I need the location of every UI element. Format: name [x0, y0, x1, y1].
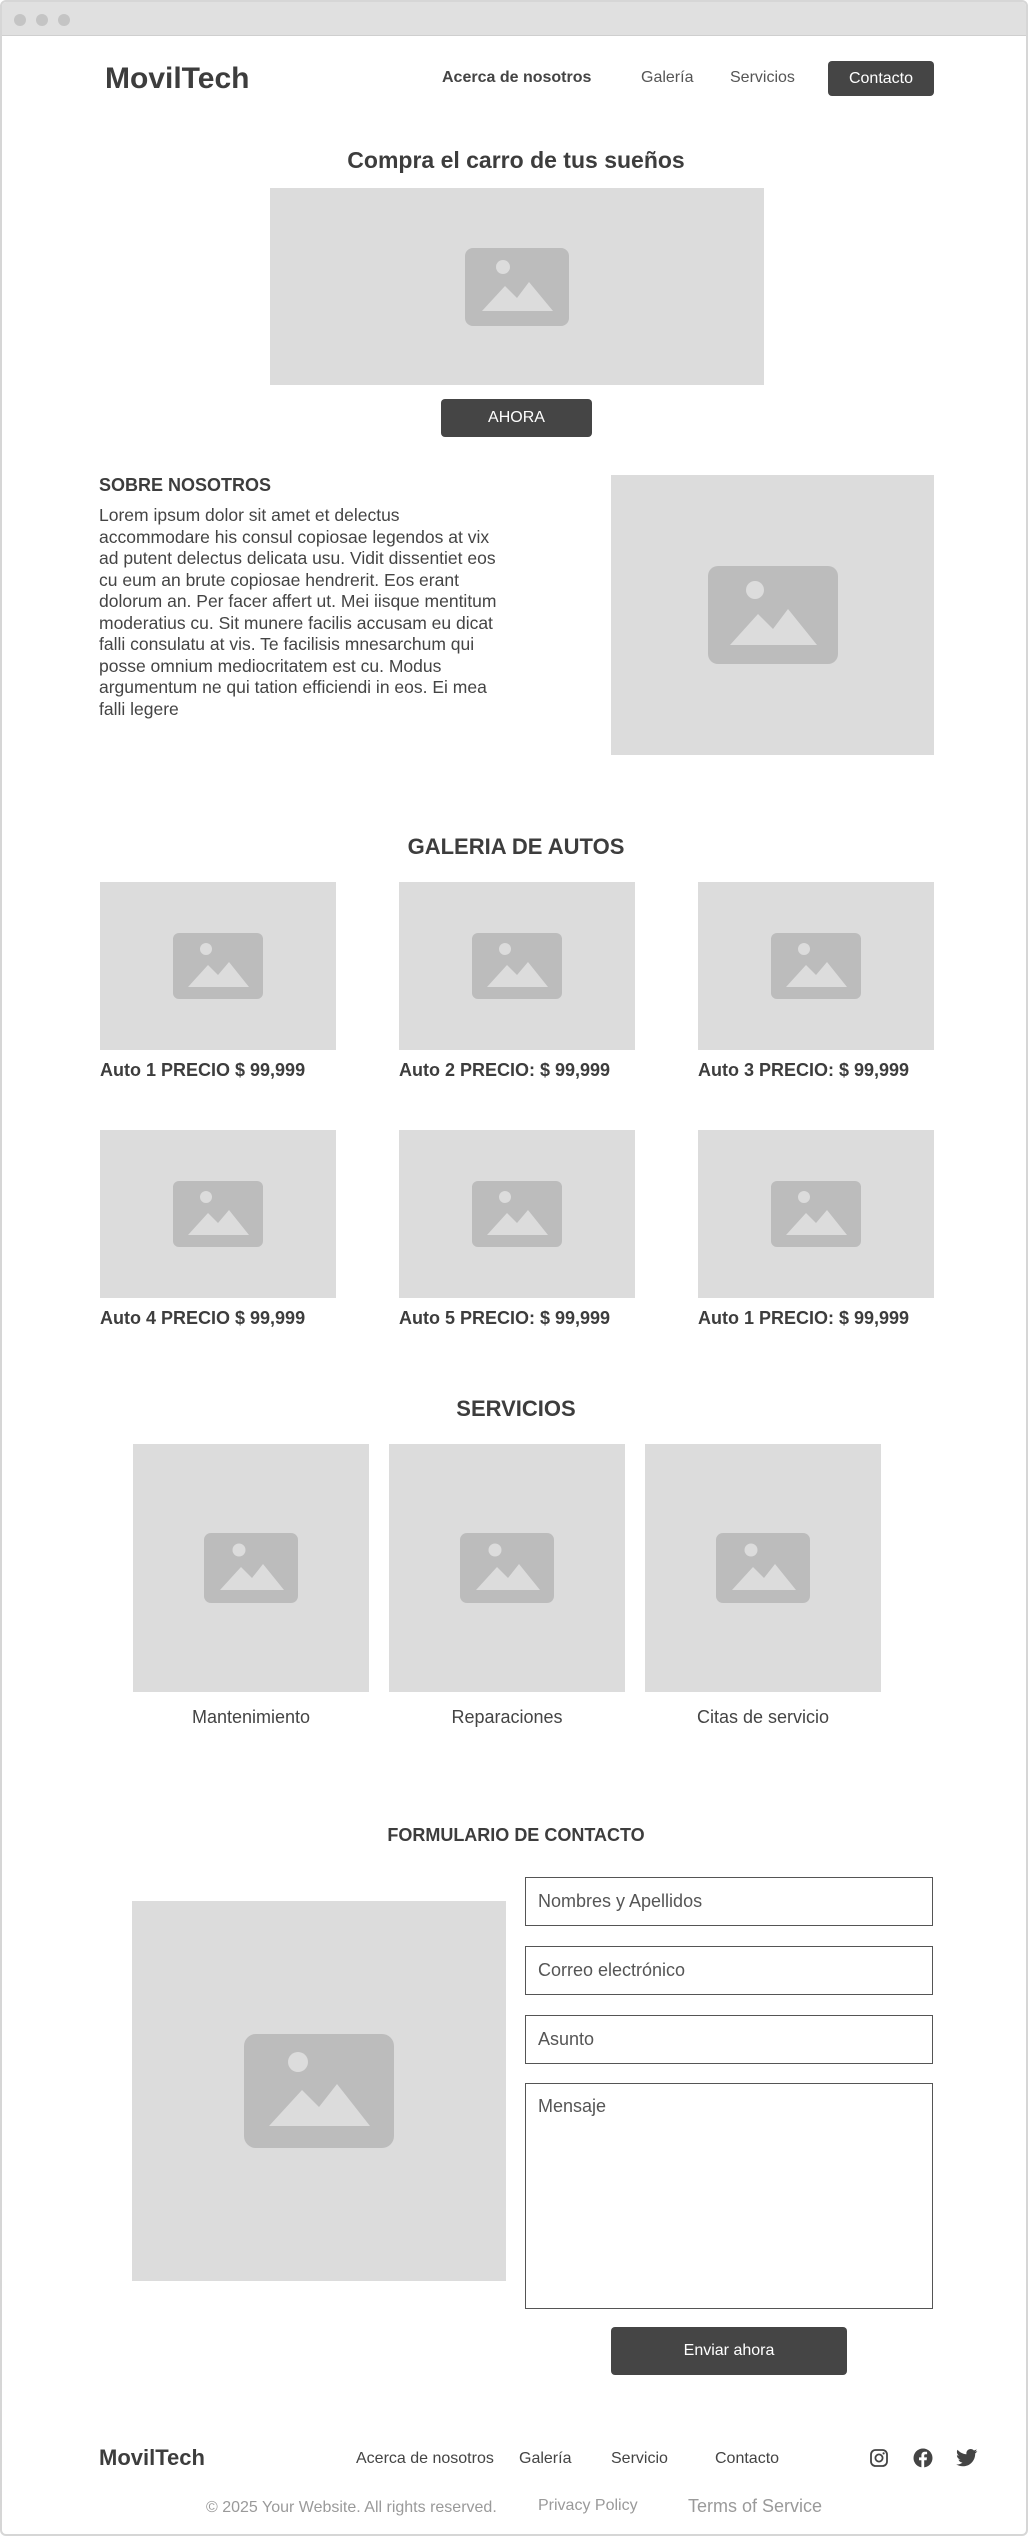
car-image-4[interactable] [100, 1130, 336, 1298]
footer-link-service[interactable]: Servicio [611, 2450, 668, 2468]
image-placeholder-icon [472, 933, 562, 999]
footer-terms-link[interactable]: Terms of Service [688, 2496, 822, 2517]
image-placeholder-icon [465, 247, 569, 326]
browser-window: MovilTech Acerca de nosotros Galería Ser… [0, 0, 1028, 2536]
instagram-icon[interactable] [869, 2448, 889, 2468]
image-placeholder-icon [244, 2034, 394, 2148]
car-caption-1: Auto 1 PRECIO $ 99,999 [100, 1060, 306, 1080]
image-placeholder-icon [771, 933, 861, 999]
image-placeholder-icon [472, 1181, 562, 1247]
nav-link-services[interactable]: Servicios [730, 69, 795, 87]
footer-brand[interactable]: MovilTech [99, 2445, 205, 2471]
email-field[interactable]: Correo electrónico [525, 1946, 933, 1995]
window-dot-maximize[interactable] [58, 14, 70, 26]
footer-link-gallery[interactable]: Galería [519, 2450, 571, 2468]
name-field[interactable]: Nombres y Apellidos [525, 1877, 933, 1926]
contact-image [132, 1901, 506, 2281]
service-image-appointments[interactable] [645, 1444, 881, 1692]
car-caption-2: Auto 2 PRECIO: $ 99,999 [399, 1060, 611, 1080]
service-image-repairs[interactable] [389, 1444, 625, 1692]
gallery-heading: GALERIA DE AUTOS [407, 834, 625, 859]
image-placeholder-icon [460, 1533, 554, 1603]
twitter-icon[interactable] [956, 2449, 978, 2467]
image-placeholder-icon [204, 1533, 298, 1603]
car-caption-5: Auto 5 PRECIO: $ 99,999 [399, 1308, 611, 1328]
about-image [611, 475, 934, 755]
car-caption-6: Auto 1 PRECIO: $ 99,999 [698, 1308, 910, 1328]
message-textarea[interactable]: Mensaje [525, 2083, 933, 2309]
window-dot-close[interactable] [14, 14, 26, 26]
image-placeholder-icon [173, 1181, 263, 1247]
brand-logo[interactable]: MovilTech [105, 62, 249, 96]
car-image-5[interactable] [399, 1130, 635, 1298]
image-placeholder-icon [173, 933, 263, 999]
contact-form-heading: FORMULARIO DE CONTACTO [387, 1825, 645, 1845]
car-image-6[interactable] [698, 1130, 934, 1298]
nav-link-gallery[interactable]: Galería [641, 69, 693, 87]
car-image-2[interactable] [399, 882, 635, 1050]
hero-now-button[interactable]: AHORA [441, 399, 592, 437]
car-caption-3: Auto 3 PRECIO: $ 99,999 [698, 1060, 910, 1080]
car-image-1[interactable] [100, 882, 336, 1050]
footer-link-about[interactable]: Acerca de nosotros [356, 2450, 494, 2468]
facebook-icon[interactable] [913, 2448, 933, 2468]
car-caption-4: Auto 4 PRECIO $ 99,999 [100, 1308, 306, 1328]
service-caption-maintenance: Mantenimiento [191, 1707, 311, 1727]
hero-image [270, 188, 764, 385]
nav-link-about[interactable]: Acerca de nosotros [442, 69, 591, 87]
image-placeholder-icon [716, 1533, 810, 1603]
about-heading: SOBRE NOSOTROS [99, 475, 272, 495]
footer-copyright: © 2025 Your Website. All rights reserved… [206, 2499, 497, 2516]
service-image-maintenance[interactable] [133, 1444, 369, 1692]
service-caption-appointments: Citas de servicio [696, 1707, 830, 1727]
footer-privacy-link[interactable]: Privacy Policy [538, 2497, 638, 2515]
subject-field[interactable]: Asunto [525, 2015, 933, 2064]
nav-contact-button[interactable]: Contacto [828, 61, 934, 96]
hero-title: Compra el carro de tus sueños [347, 147, 685, 173]
footer-link-contact[interactable]: Contacto [715, 2450, 779, 2468]
services-heading: SERVICIOS [456, 1396, 576, 1421]
window-dot-minimize[interactable] [36, 14, 48, 26]
window-titlebar [2, 2, 1026, 36]
about-body: Lorem ipsum dolor sit amet et delectus a… [99, 505, 497, 719]
service-caption-repairs: Reparaciones [451, 1707, 563, 1727]
submit-button[interactable]: Enviar ahora [611, 2327, 847, 2375]
car-image-3[interactable] [698, 882, 934, 1050]
image-placeholder-icon [707, 566, 838, 664]
image-placeholder-icon [771, 1181, 861, 1247]
